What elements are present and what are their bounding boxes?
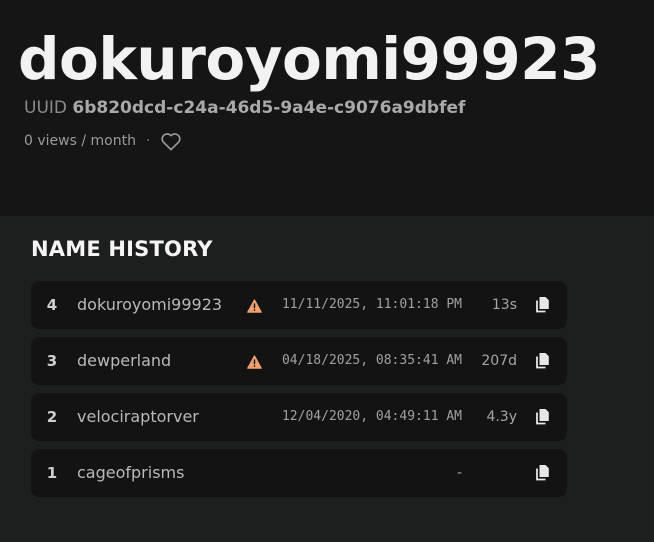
row-index: 2 [46, 408, 58, 426]
row-name[interactable]: cageofprisms [77, 449, 184, 497]
warning-icon [247, 354, 262, 369]
uuid-line: UUID 6b820dcd-c24a-46d5-9a4e-c9076a9dbfe… [24, 96, 465, 120]
warning-icon [247, 298, 262, 313]
row-age: 13s [491, 297, 517, 313]
row-date: 11/11/2025, 11:01:18 PM [281, 297, 462, 312]
copy-icon[interactable] [536, 408, 550, 425]
name-history-row[interactable]: 3 dewperland 04/18/2025, 08:35:41 AM 207… [31, 337, 567, 385]
row-age: - [456, 465, 462, 481]
heart-icon[interactable] [160, 131, 182, 151]
separator-dot: · [145, 133, 151, 149]
row-name[interactable]: dokuroyomi99923 [77, 281, 222, 329]
row-name[interactable]: dewperland [77, 337, 171, 385]
row-date: 04/18/2025, 08:35:41 AM [281, 353, 462, 368]
row-index: 4 [46, 296, 58, 314]
copy-icon[interactable] [536, 352, 550, 369]
username-title: dokuroyomi99923 [18, 25, 600, 93]
uuid-value[interactable]: 6b820dcd-c24a-46d5-9a4e-c9076a9dbfef [72, 98, 465, 118]
row-age: 207d [481, 353, 517, 369]
row-name[interactable]: velociraptorver [77, 393, 199, 441]
copy-icon[interactable] [536, 464, 550, 481]
name-history-section: NAME HISTORY 4 dokuroyomi99923 11/11/202… [0, 216, 654, 542]
section-title: NAME HISTORY [31, 237, 213, 261]
profile-header: dokuroyomi99923 UUID 6b820dcd-c24a-46d5-… [0, 0, 654, 216]
name-history-row[interactable]: 4 dokuroyomi99923 11/11/2025, 11:01:18 P… [31, 281, 567, 329]
row-date: 12/04/2020, 04:49:11 AM [281, 409, 462, 424]
row-age: 4.3y [486, 409, 517, 425]
name-history-row[interactable]: 2 velociraptorver 12/04/2020, 04:49:11 A… [31, 393, 567, 441]
views-count: 0 views / month [24, 133, 136, 149]
uuid-label: UUID [24, 98, 67, 118]
row-index: 3 [46, 352, 58, 370]
views-line: 0 views / month · [24, 130, 182, 152]
name-history-row[interactable]: 1 cageofprisms - [31, 449, 567, 497]
name-history-list: 4 dokuroyomi99923 11/11/2025, 11:01:18 P… [31, 281, 567, 505]
copy-icon[interactable] [536, 296, 550, 313]
row-index: 1 [46, 464, 58, 482]
